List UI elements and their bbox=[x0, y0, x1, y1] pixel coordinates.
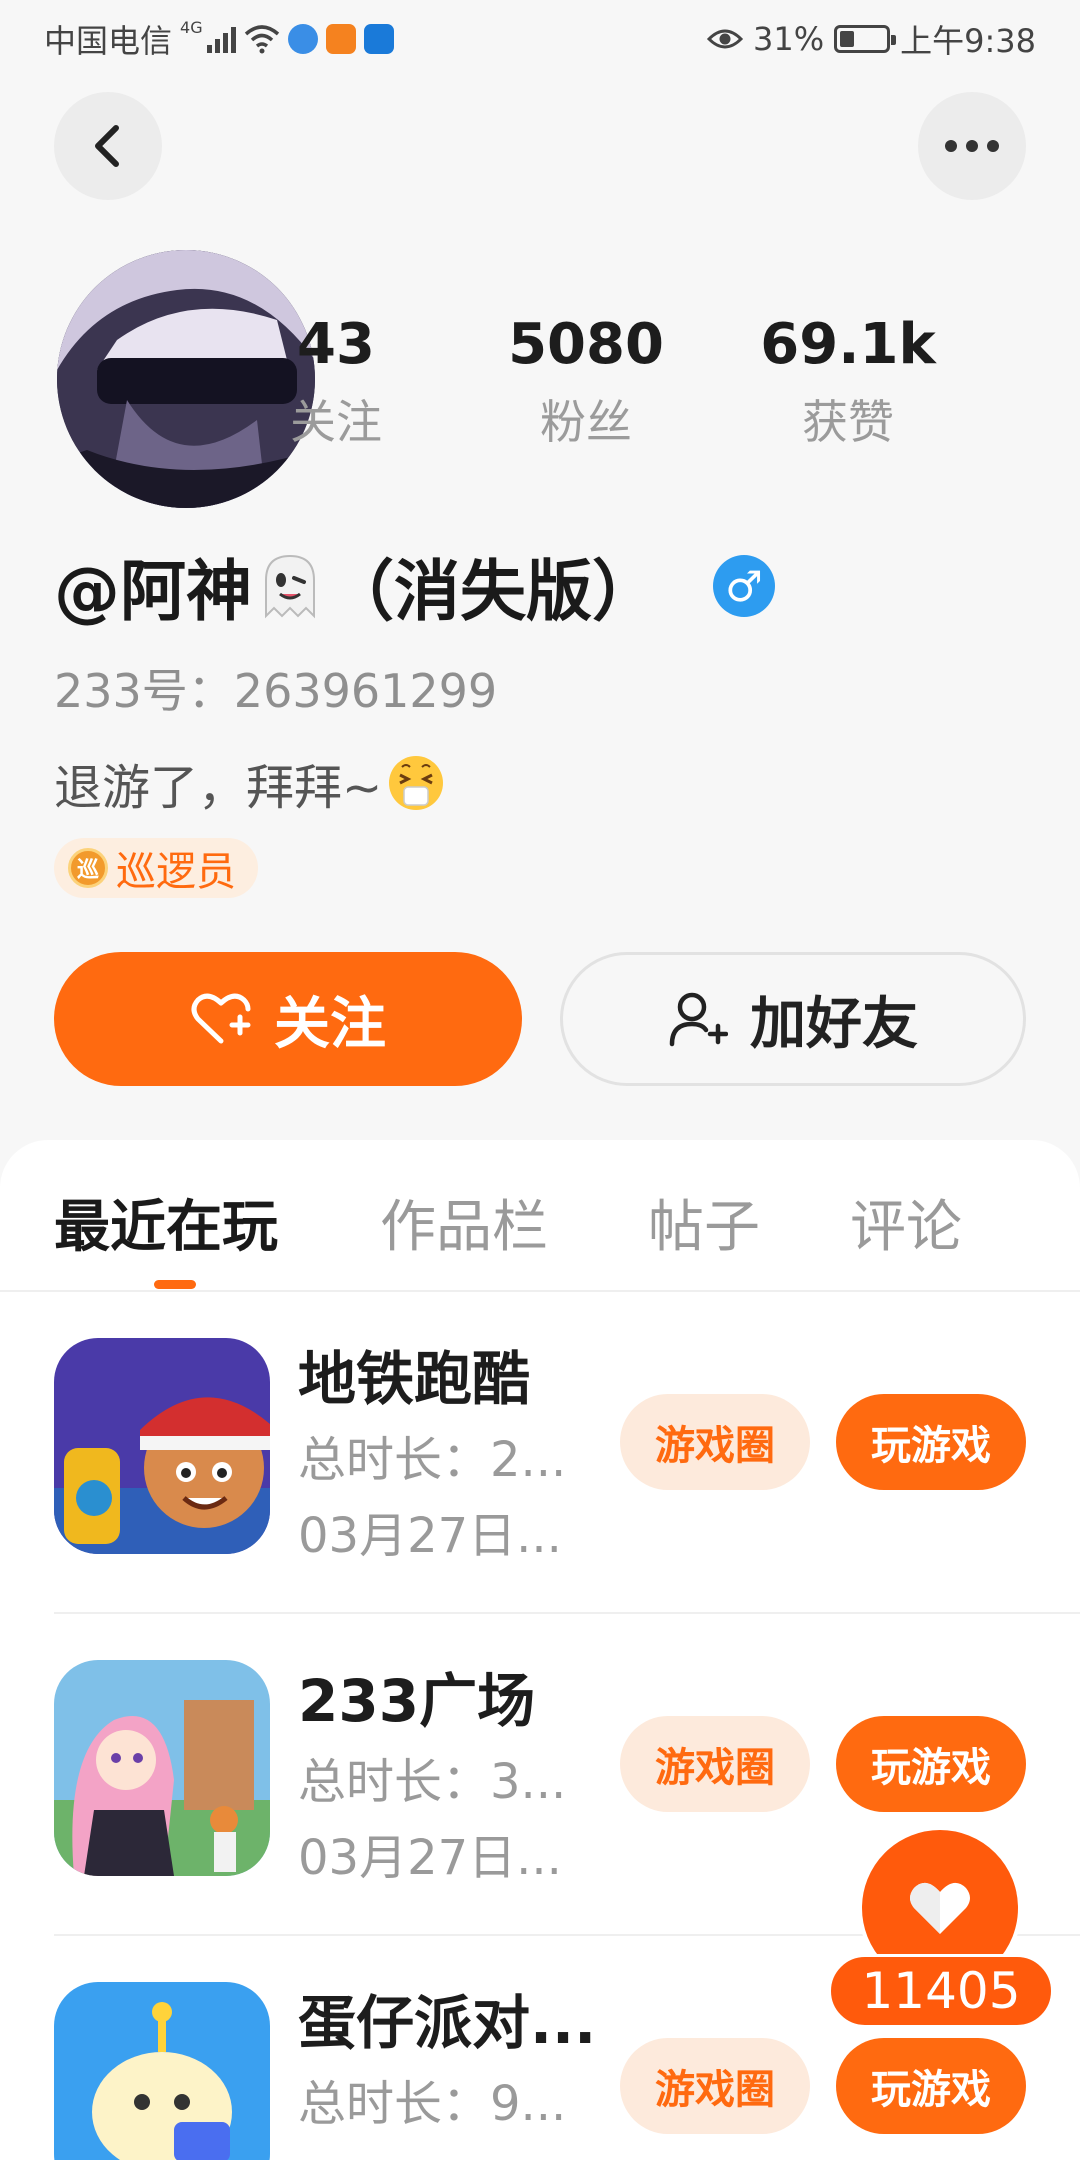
stat-likes[interactable]: 69.1k 获赞 bbox=[738, 312, 958, 454]
status-bar: 中国电信 4G 31% 上午9:38 bbox=[0, 0, 1080, 72]
person-plus-icon bbox=[669, 992, 728, 1047]
tab-works[interactable]: 作品栏 bbox=[380, 1182, 548, 1263]
game-circle-button[interactable]: 游戏圈 bbox=[620, 1394, 810, 1490]
tab-recent-play[interactable]: 最近在玩 bbox=[54, 1182, 278, 1263]
likes-label: 获赞 bbox=[802, 395, 894, 449]
game-duration: 总时长：9... bbox=[298, 2076, 567, 2132]
tab-posts[interactable]: 帖子 bbox=[648, 1182, 760, 1263]
following-label: 关注 bbox=[290, 395, 382, 449]
heart-plus-icon bbox=[191, 993, 251, 1044]
signal-icon bbox=[206, 25, 236, 53]
back-arrow-icon bbox=[95, 125, 119, 167]
more-dots-icon bbox=[945, 140, 999, 152]
233-plaza-icon[interactable] bbox=[54, 1660, 270, 1876]
game-duration: 总时长：3... bbox=[298, 1754, 567, 1810]
tab-comments[interactable]: 评论 bbox=[850, 1182, 962, 1263]
game-name: 蛋仔派对... bbox=[298, 1989, 597, 2057]
heart-icon bbox=[910, 1882, 970, 1934]
play-game-button[interactable]: 玩游戏 bbox=[836, 1716, 1026, 1812]
follow-label: 关注 bbox=[274, 991, 386, 1057]
battery-percent: 31% bbox=[753, 20, 825, 58]
active-tab-indicator bbox=[154, 1280, 196, 1289]
likes-count: 69.1k bbox=[760, 312, 936, 377]
subway-surfers-icon[interactable] bbox=[54, 1338, 270, 1554]
tab-bar: 最近在玩 作品栏 帖子 评论 bbox=[0, 1140, 1080, 1290]
username-suffix: （消失版） bbox=[328, 553, 658, 630]
status-left: 中国电信 4G bbox=[44, 16, 394, 62]
following-count: 43 bbox=[297, 312, 375, 377]
fans-count: 5080 bbox=[508, 312, 664, 377]
fans-label: 粉丝 bbox=[540, 395, 632, 449]
game-circle-button[interactable]: 游戏圈 bbox=[620, 2038, 810, 2134]
gender-male-icon: ♂ bbox=[713, 555, 775, 617]
username: @阿神 （消失版） bbox=[54, 538, 658, 634]
game-last-played: 03月27日... bbox=[298, 1508, 562, 1564]
video-app-icon bbox=[325, 24, 356, 54]
network-type: 4G bbox=[180, 17, 203, 37]
play-game-button[interactable]: 玩游戏 bbox=[836, 1394, 1026, 1490]
add-friend-label: 加好友 bbox=[750, 991, 918, 1057]
patrol-badge-icon: 巡 bbox=[68, 848, 108, 888]
eggy-party-icon[interactable] bbox=[54, 1982, 270, 2160]
profile-page: 中国电信 4G 31% 上午9:38 43 关注 5080 粉丝 69.1k 获… bbox=[0, 0, 1080, 2160]
play-game-button[interactable]: 玩游戏 bbox=[836, 2038, 1026, 2134]
follow-button[interactable]: 关注 bbox=[54, 952, 522, 1086]
ghost-emoji-icon bbox=[265, 554, 315, 619]
bio-text: 退游了，拜拜~ bbox=[54, 760, 383, 816]
game-last-played: 03月27日... bbox=[298, 1830, 562, 1886]
bio: 退游了，拜拜~ bbox=[54, 748, 446, 818]
role-tag-label: 巡逻员 bbox=[116, 849, 236, 895]
game-duration: 总时长：2... bbox=[298, 1432, 567, 1488]
game-name: 233广场 bbox=[298, 1667, 536, 1735]
user-id[interactable]: 233号：263961299 bbox=[54, 655, 497, 721]
username-prefix: @阿神 bbox=[54, 553, 252, 630]
add-friend-button[interactable]: 加好友 bbox=[560, 952, 1026, 1086]
like-count-badge: 11405 bbox=[828, 1954, 1054, 2028]
game-name: 地铁跑酷 bbox=[298, 1345, 531, 1413]
stat-following[interactable]: 43 关注 bbox=[226, 312, 446, 454]
role-tag[interactable]: 巡 巡逻员 bbox=[54, 838, 258, 898]
back-button[interactable] bbox=[54, 92, 162, 200]
eye-icon bbox=[707, 29, 743, 49]
more-button[interactable] bbox=[918, 92, 1026, 200]
browser-app-icon bbox=[287, 24, 318, 54]
status-right: 31% 上午9:38 bbox=[707, 16, 1036, 62]
wifi-icon bbox=[244, 25, 279, 54]
stat-fans[interactable]: 5080 粉丝 bbox=[476, 312, 696, 454]
sneeze-emoji-icon bbox=[389, 756, 444, 810]
clock: 上午9:38 bbox=[900, 22, 1036, 60]
shield-app-icon bbox=[363, 24, 394, 54]
carrier-name: 中国电信 bbox=[44, 22, 173, 60]
battery-icon bbox=[834, 25, 897, 53]
game-row[interactable]: 地铁跑酷 总时长：2... 03月27日... 游戏圈 玩游戏 bbox=[0, 1292, 1080, 1614]
game-circle-button[interactable]: 游戏圈 bbox=[620, 1716, 810, 1812]
